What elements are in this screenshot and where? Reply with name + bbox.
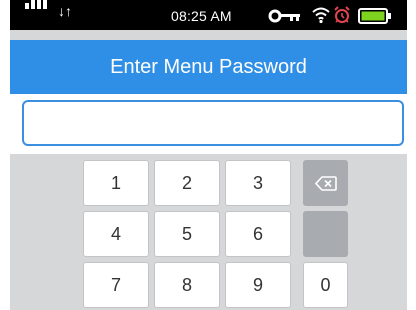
blank-key bbox=[303, 211, 348, 257]
page-title: Enter Menu Password bbox=[110, 56, 307, 78]
phone-screen: ↓↑ 08:25 AM Enter Menu Password 1 2 3 4 … bbox=[10, 0, 407, 310]
alarm-clock-icon bbox=[334, 6, 350, 23]
status-bar: ↓↑ 08:25 AM bbox=[10, 0, 407, 30]
data-sync-icon: ↓↑ bbox=[58, 3, 72, 19]
key-8[interactable]: 8 bbox=[154, 262, 220, 308]
key-2[interactable]: 2 bbox=[154, 160, 220, 206]
backspace-button[interactable] bbox=[303, 160, 348, 206]
key-9[interactable]: 9 bbox=[225, 262, 291, 308]
password-input[interactable] bbox=[22, 100, 404, 146]
key-icon bbox=[268, 9, 300, 23]
key-1[interactable]: 1 bbox=[83, 160, 149, 206]
status-time: 08:25 AM bbox=[171, 8, 232, 24]
key-5[interactable]: 5 bbox=[154, 211, 220, 257]
battery-icon bbox=[358, 8, 391, 24]
key-0[interactable]: 0 bbox=[303, 262, 348, 308]
key-6[interactable]: 6 bbox=[225, 211, 291, 257]
key-3[interactable]: 3 bbox=[225, 160, 291, 206]
wifi-icon bbox=[312, 7, 330, 24]
key-7[interactable]: 7 bbox=[83, 262, 149, 308]
backspace-icon bbox=[315, 176, 337, 191]
key-4[interactable]: 4 bbox=[83, 211, 149, 257]
page-title-bar: Enter Menu Password bbox=[10, 40, 407, 94]
numeric-keypad: 1 2 3 4 5 6 7 8 9 0 bbox=[10, 154, 407, 310]
